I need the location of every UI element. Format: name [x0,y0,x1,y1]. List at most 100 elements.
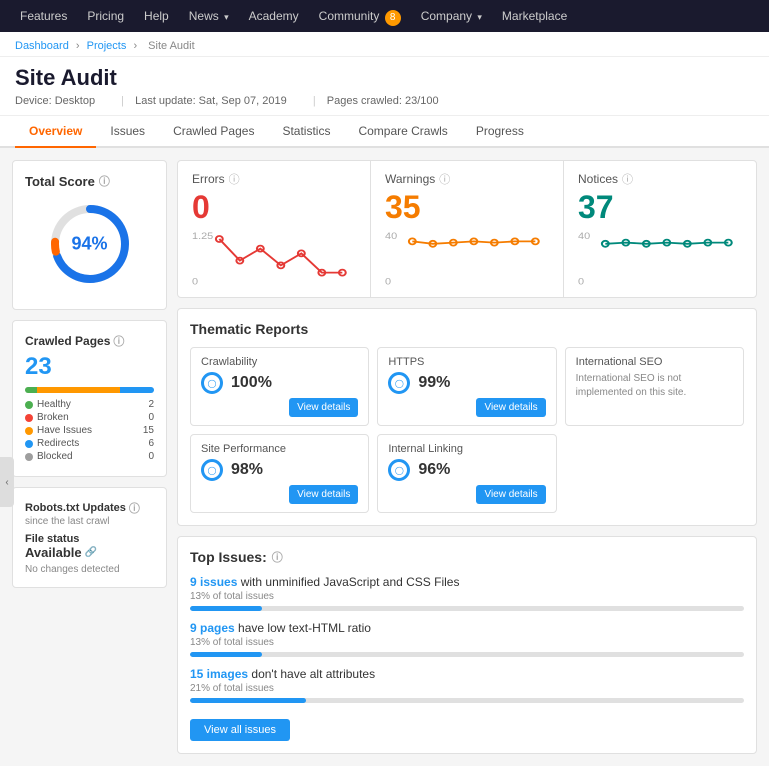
errors-sparkline: 1.25 0 [192,227,356,287]
thematic-site-performance: Site Performance ◯ 98% View details [190,434,369,513]
crawled-legend: Healthy 2 Broken 0 Have Issues 15 Redire… [25,399,154,462]
company-dropdown-arrow: ▾ [477,12,482,22]
issues-section: Top Issues: ⓘ 9 issues with unminified J… [177,536,757,754]
robots-title: Robots.txt Updates ⓘ [25,500,154,516]
bar-redirects [120,387,154,393]
issue-3-text: 15 images don't have alt attributes [190,667,744,681]
warnings-info-icon[interactable]: ⓘ [439,171,450,187]
sidebar-toggle[interactable]: ‹ [0,457,14,507]
issue-3-bar-fill [190,698,306,703]
warnings-value: 35 [385,191,549,223]
robots-no-change: No changes detected [25,564,154,575]
https-details-btn[interactable]: View details [476,398,545,417]
notices-sparkline: 40 0 [578,227,742,287]
community-badge: 8 [385,10,401,26]
issue-1-bar-fill [190,606,262,611]
notices-info-icon[interactable]: ⓘ [622,171,633,187]
crawled-pages-card: Crawled Pages ⓘ 23 Healthy 2 Broken 0 [12,320,167,477]
bar-healthy [25,387,37,393]
donut-chart: 94% [45,199,135,289]
issue-3: 15 images don't have alt attributes 21% … [190,667,744,703]
score-info-icon[interactable]: ⓘ [99,173,110,189]
issue-2: 9 pages have low text-HTML ratio 13% of … [190,621,744,657]
crawled-bar [25,387,154,393]
thematic-https: HTTPS ◯ 99% View details [377,347,556,426]
nav-help[interactable]: Help [134,0,179,32]
svg-text:40: 40 [385,232,397,242]
thematic-crawlability: Crawlability ◯ 100% View details [190,347,369,426]
top-nav: Features Pricing Help News ▾ Academy Com… [0,0,769,32]
notices-value: 37 [578,191,742,223]
svg-text:0: 0 [385,277,391,287]
crawlability-details-btn[interactable]: View details [289,398,358,417]
robots-card: Robots.txt Updates ⓘ since the last craw… [12,487,167,588]
nav-community[interactable]: Community 8 [309,0,411,32]
news-dropdown-arrow: ▾ [224,12,229,22]
robots-info-icon[interactable]: ⓘ [129,500,140,516]
view-all-issues-btn[interactable]: View all issues [190,719,290,741]
svg-text:0: 0 [578,277,584,287]
nav-pricing[interactable]: Pricing [77,0,134,32]
metric-warnings: Warnings ⓘ 35 40 0 [371,161,564,297]
internal-link-circle: ◯ [388,459,410,481]
bar-issues [37,387,121,393]
legend-broken: Broken 0 [25,412,154,423]
intl-seo-note: International SEO is not implemented on … [576,372,733,400]
tab-progress[interactable]: Progress [462,116,538,148]
tab-statistics[interactable]: Statistics [268,116,344,148]
pages-crawled: Pages crawled: 23/100 [327,95,439,107]
page-header: Site Audit Device: Desktop | Last update… [0,57,769,116]
device-label: Device: Desktop [15,95,95,107]
nav-company[interactable]: Company ▾ [411,0,492,33]
page-meta: Device: Desktop | Last update: Sat, Sep … [15,95,754,107]
thematic-title: Thematic Reports [190,321,744,337]
crawled-pages-title: Crawled Pages ⓘ [25,333,154,349]
right-panel: Errors ⓘ 0 1.25 0 [177,160,757,754]
breadcrumb-current: Site Audit [148,40,194,52]
internal-link-details-btn[interactable]: View details [476,485,545,504]
tab-compare-crawls[interactable]: Compare Crawls [344,116,461,148]
legend-blocked: Blocked 0 [25,451,154,462]
tab-overview[interactable]: Overview [15,116,96,148]
svg-text:40: 40 [578,232,590,242]
https-score: 99% [418,374,450,392]
https-circle: ◯ [388,372,410,394]
errors-value: 0 [192,191,356,223]
tab-issues[interactable]: Issues [96,116,159,148]
page-title: Site Audit [15,65,754,91]
warnings-label: Warnings ⓘ [385,171,549,187]
nav-features[interactable]: Features [10,0,77,32]
issues-info-icon[interactable]: ⓘ [272,549,283,565]
nav-academy[interactable]: Academy [239,0,309,32]
crawled-info-icon[interactable]: ⓘ [113,333,124,349]
internal-link-score: 96% [418,461,450,479]
issue-2-text: 9 pages have low text-HTML ratio [190,621,744,635]
site-perf-details-btn[interactable]: View details [289,485,358,504]
site-perf-score: 98% [231,461,263,479]
issue-1: 9 issues with unminified JavaScript and … [190,575,744,611]
svg-text:1.25: 1.25 [192,232,214,242]
metrics-row: Errors ⓘ 0 1.25 0 [177,160,757,298]
issue-2-sub: 13% of total issues [190,637,744,648]
left-panel: Total Score ⓘ 94% Crawled Pages ⓘ [12,160,167,754]
tabs: Overview Issues Crawled Pages Statistics… [0,116,769,148]
tab-crawled-pages[interactable]: Crawled Pages [159,116,268,148]
robots-link-icon[interactable]: 🔗 [85,547,97,558]
issue-2-bar [190,652,744,657]
crawlability-score: 100% [231,374,272,392]
nav-marketplace[interactable]: Marketplace [492,0,577,32]
warnings-sparkline: 40 0 [385,227,549,287]
thematic-section: Thematic Reports Crawlability ◯ 100% Vie… [177,308,757,526]
metric-errors: Errors ⓘ 0 1.25 0 [178,161,371,297]
errors-info-icon[interactable]: ⓘ [229,171,240,187]
last-update: Last update: Sat, Sep 07, 2019 [135,95,287,107]
svg-text:0: 0 [192,277,198,287]
nav-news[interactable]: News ▾ [179,0,239,33]
errors-label: Errors ⓘ [192,171,356,187]
breadcrumb: Dashboard › Projects › Site Audit [0,32,769,57]
issue-1-text: 9 issues with unminified JavaScript and … [190,575,744,589]
notices-label: Notices ⓘ [578,171,742,187]
score-card-title: Total Score ⓘ [25,173,154,189]
breadcrumb-dashboard[interactable]: Dashboard [15,40,69,52]
breadcrumb-projects[interactable]: Projects [87,40,127,52]
